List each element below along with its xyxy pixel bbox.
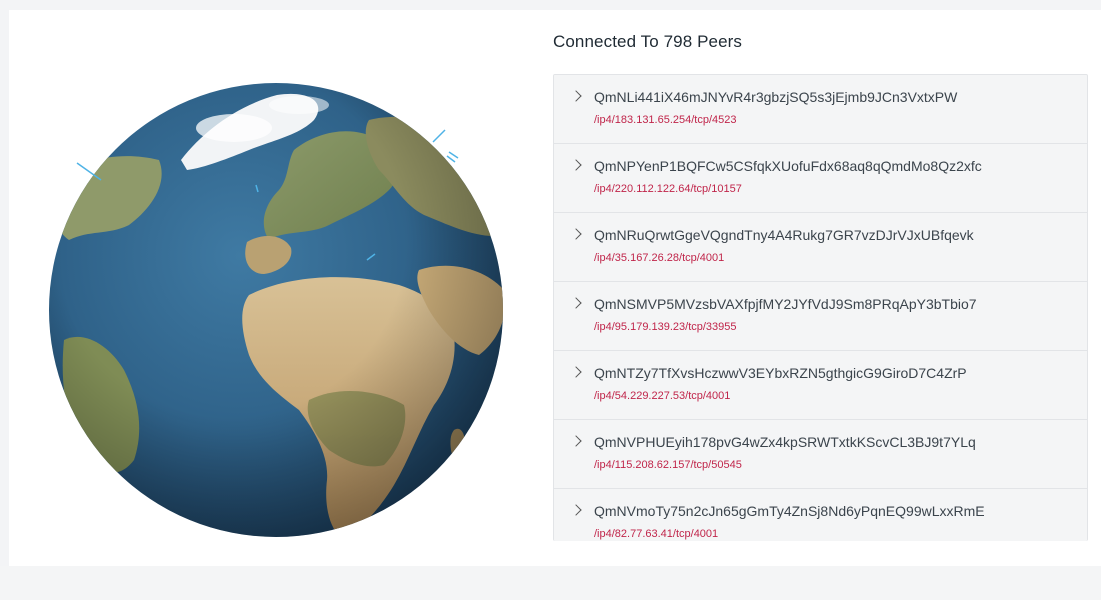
peer-item[interactable]: QmNVmoTy75n2cJn65gGmTy4ZnSj8Nd6yPqnEQ99w… (554, 489, 1087, 541)
peer-id: QmNVmoTy75n2cJn65gGmTy4ZnSj8Nd6yPqnEQ99w… (594, 503, 985, 519)
peer-id: QmNLi441iX46mJNYvR4r3gbzjSQ5s3jEjmb9JCn3… (594, 89, 958, 105)
chevron-right-icon[interactable] (570, 297, 582, 309)
peer-address: /ip4/183.131.65.254/tcp/4523 (594, 114, 737, 126)
connection-line (448, 151, 459, 159)
earth-globe[interactable] (9, 10, 545, 566)
connection-line (432, 129, 446, 143)
globe-shading (49, 83, 503, 537)
peer-item[interactable]: QmNSMVP5MVzsbVAXfpjfMY2JYfVdJ9Sm8PRqApY3… (554, 282, 1087, 351)
peer-item[interactable]: QmNPYenP1BQFCw5CSfqkXUofuFdx68aq8qQmdMo8… (554, 144, 1087, 213)
chevron-right-icon[interactable] (570, 504, 582, 516)
bottom-bar (0, 566, 1101, 600)
globe-panel[interactable] (9, 10, 545, 566)
peer-address: /ip4/95.179.139.23/tcp/33955 (594, 321, 737, 333)
peer-id: QmNSMVP5MVzsbVAXfpjfMY2JYfVdJ9Sm8PRqApY3… (594, 296, 977, 312)
peers-page: Connected To 798 Peers QmNLi441iX46mJNYv… (9, 10, 1101, 566)
peer-item[interactable]: QmNRuQrwtGgeVQgndTny4A4Rukg7GR7vzDJrVJxU… (554, 213, 1087, 282)
peer-item[interactable]: QmNTZy7TfXvsHczwwV3EYbxRZN5gthgicG9GiroD… (554, 351, 1087, 420)
peer-list[interactable]: QmNLi441iX46mJNYvR4r3gbzjSQ5s3jEjmb9JCn3… (553, 74, 1088, 541)
peer-id: QmNTZy7TfXvsHczwwV3EYbxRZN5gthgicG9GiroD… (594, 365, 967, 381)
chevron-right-icon[interactable] (570, 159, 582, 171)
peer-id: QmNRuQrwtGgeVQgndTny4A4Rukg7GR7vzDJrVJxU… (594, 227, 974, 243)
peer-address: /ip4/115.208.62.157/tcp/50545 (594, 459, 742, 471)
peer-id: QmNPYenP1BQFCw5CSfqkXUofuFdx68aq8qQmdMo8… (594, 158, 982, 174)
chevron-right-icon[interactable] (570, 90, 582, 102)
peer-address: /ip4/54.229.227.53/tcp/4001 (594, 390, 731, 402)
peer-address: /ip4/82.77.63.41/tcp/4001 (594, 528, 719, 540)
peer-address: /ip4/35.167.26.28/tcp/4001 (594, 252, 725, 264)
peer-item[interactable]: QmNLi441iX46mJNYvR4r3gbzjSQ5s3jEjmb9JCn3… (554, 75, 1087, 144)
peer-item[interactable]: QmNVPHUEyih178pvG4wZx4kpSRWTxtkKScvCL3BJ… (554, 420, 1087, 489)
chevron-right-icon[interactable] (570, 228, 582, 240)
peer-id: QmNVPHUEyih178pvG4wZx4kpSRWTxtkKScvCL3BJ… (594, 434, 976, 450)
chevron-right-icon[interactable] (570, 366, 582, 378)
chevron-right-icon[interactable] (570, 435, 582, 447)
peers-count-title: Connected To 798 Peers (553, 32, 743, 51)
connection-line (446, 155, 456, 163)
peers-panel: Connected To 798 Peers QmNLi441iX46mJNYv… (553, 10, 1088, 566)
peer-address: /ip4/220.112.122.64/tcp/10157 (594, 183, 742, 195)
